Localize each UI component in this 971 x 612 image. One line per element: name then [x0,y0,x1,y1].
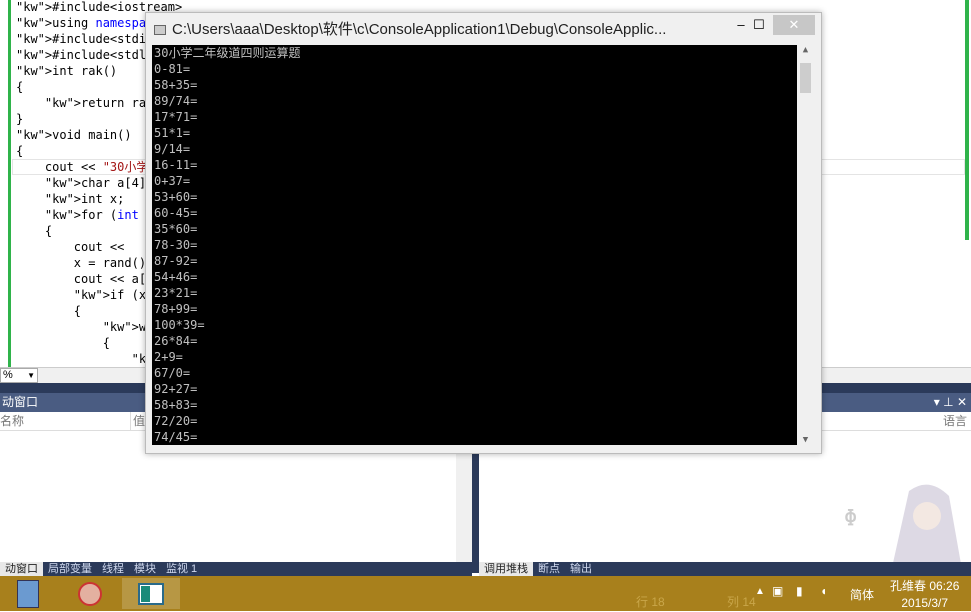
code-line: cout << i [16,240,154,254]
panel-tab[interactable]: 动窗口 [0,562,43,576]
code-line: "kw">int rak() [16,64,118,78]
console-line: 26*84= [154,334,198,348]
console-line: 72/20= [154,414,198,428]
code-line: "kw">int x; [44,192,125,206]
console-line: 53+60= [154,190,198,204]
console-line: 87-92= [154,254,198,268]
console-window[interactable]: C:\Users\aaa\Desktop\软件\c\ConsoleApplica… [145,12,822,454]
code-line: x = rand() [16,256,147,270]
panel-controls[interactable]: ▾ ⊥ ✕ [934,395,967,409]
calculator-icon[interactable] [8,578,48,609]
console-line: 74/45= [154,430,198,444]
code-line: { [16,224,53,238]
network-icon[interactable]: ▣ [772,584,783,598]
change-margin [8,0,11,367]
zoom-combo[interactable]: % ▼ [0,368,38,383]
clock[interactable]: 孔维春 06:26 2015/3/7 [890,578,959,612]
console-line: 0+37= [154,174,191,188]
panel-tab[interactable]: 监视 1 [161,562,202,576]
console-line: 0-81= [154,62,191,76]
visual-studio-window-icon[interactable] [122,578,180,609]
console-line: 78+99= [154,302,198,316]
console-line: 51*1= [154,126,191,140]
panel-tab[interactable]: 线程 [97,562,129,576]
scroll-thumb[interactable] [800,63,811,93]
column-language[interactable]: 语言 [943,412,967,431]
panel-tab[interactable]: 断点 [533,562,565,576]
scroll-marker [965,0,969,240]
console-line: 89/74= [154,94,198,108]
console-output[interactable]: 30小学二年级道四则运算题 0-81= 58+35= 89/74= 17*71= 51*1… [152,45,797,445]
right-panel-tabs: 调用堆栈 断点 输出 [479,562,971,576]
console-line: 60-45= [154,206,198,220]
scroll-down-icon[interactable]: ▼ [797,435,814,445]
date: 2015/3/7 [901,596,949,610]
console-scrollbar[interactable]: ▲ ▼ [797,45,814,445]
code-line: cout << "30小学 [16,160,149,174]
code-line: { [16,336,110,350]
console-line: 9/14= [154,142,191,156]
scroll-up-icon[interactable]: ▲ [797,45,814,55]
panel-tab[interactable]: 模块 [129,562,161,576]
console-line: 92+27= [154,382,198,396]
volume-icon[interactable]: ◖ [820,584,827,598]
maximize-button[interactable]: ☐ [744,15,774,35]
status-line: 行 18 [636,595,665,609]
code-line: } [16,112,24,126]
console-line: 30小学二年级道四则运算题 [154,46,301,60]
panel-tab[interactable]: 调用堆栈 [479,562,533,576]
code-line: { [16,144,24,158]
ime-indicator[interactable]: 简体 [850,586,874,603]
console-line: 23*21= [154,286,198,300]
console-title-bar[interactable]: C:\Users\aaa\Desktop\软件\c\ConsoleApplica… [154,18,666,39]
column-name[interactable]: 名称 [0,412,24,431]
console-line: 58+83= [154,398,198,412]
status-column: 列 14 [727,595,756,609]
panel-tab[interactable]: 输出 [565,562,597,576]
console-line: 67/0= [154,366,191,380]
user-time: 孔维春 06:26 [890,579,960,593]
console-line: 16-11= [154,158,198,172]
console-line: 35*60= [154,222,198,236]
console-line: 100*39= [154,318,205,332]
snipping-tool-icon[interactable] [70,578,110,609]
console-app-icon [154,25,166,36]
console-line: 78-30= [154,238,198,252]
code-line: cout << a[x [16,272,154,286]
code-line: { [16,304,82,318]
console-line: 58+35= [154,78,198,92]
left-panel-tabs: 动窗口 局部变量 线程 模块 监视 1 [0,562,472,576]
console-title: C:\Users\aaa\Desktop\软件\c\ConsoleApplica… [172,21,667,38]
code-line: { [16,80,24,94]
code-line: "kw">void main() [16,128,132,142]
close-button[interactable]: ✕ [773,15,815,35]
console-line: 2+9= [154,350,183,364]
phi-watermark-icon: Φ [844,506,858,531]
console-line: 54+46= [154,270,198,284]
panel-tab[interactable]: 局部变量 [43,562,97,576]
show-hidden-icons-button[interactable]: ▲ [755,586,765,597]
column-value[interactable]: 值 [130,412,145,431]
zoom-value: % [3,369,13,381]
battery-icon[interactable]: ▮ [796,584,803,598]
console-line: 17*71= [154,110,198,124]
